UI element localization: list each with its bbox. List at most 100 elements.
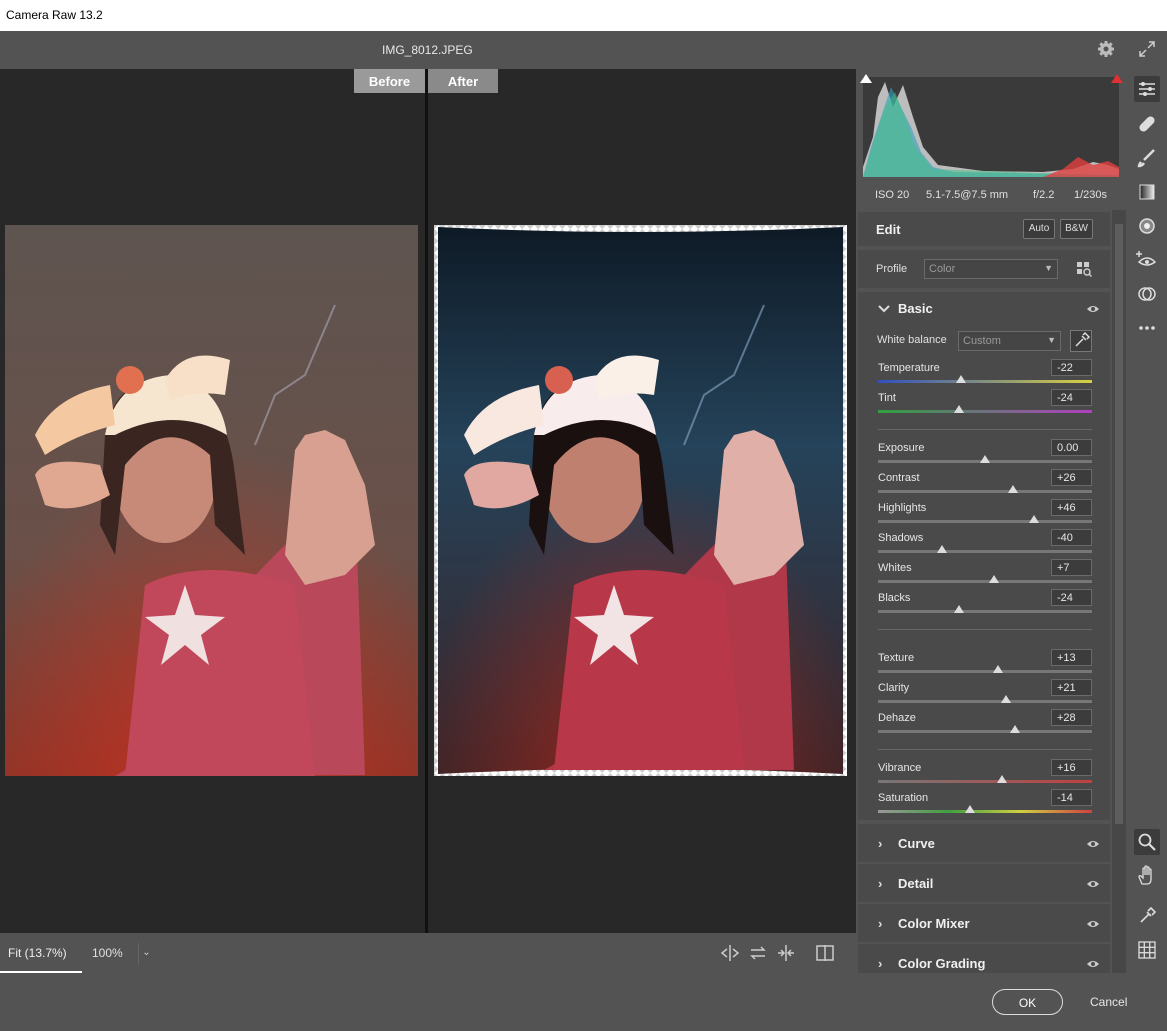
slider-thumb[interactable] [954,605,965,613]
linear-gradient-icon[interactable] [1134,179,1160,205]
white-balance-dropdown[interactable]: Custom ▼ [958,331,1061,351]
more-icon[interactable] [1134,315,1160,341]
swap-before-after-icon[interactable] [720,944,740,962]
slider-track[interactable] [878,550,1092,553]
slider-track[interactable] [878,490,1092,493]
slider-value-field[interactable]: +21 [1051,679,1092,696]
slider-value-field[interactable]: +26 [1051,469,1092,486]
radial-filter-icon[interactable] [1134,213,1160,239]
zoom-icon[interactable] [1134,829,1160,855]
before-tab[interactable]: Before [354,69,425,93]
swap-settings-icon[interactable] [748,944,768,962]
slider-track[interactable] [878,410,1092,413]
grid-icon[interactable] [1134,937,1160,963]
aperture-value: f/2.2 [1033,189,1055,201]
eye-icon[interactable] [1086,879,1100,889]
slider-thumb[interactable] [1029,515,1040,523]
tools-toolbar [1126,69,1167,973]
slider-value-field[interactable]: +28 [1051,709,1092,726]
healing-icon[interactable] [1134,111,1160,137]
eye-icon[interactable] [1086,839,1100,849]
panel-scrollbar[interactable] [1112,210,1126,973]
slider-value-field[interactable]: -22 [1051,359,1092,376]
slider-track[interactable] [878,580,1092,583]
shadow-clipping-icon[interactable] [859,72,873,84]
slider-track[interactable] [878,610,1092,613]
slider-thumb[interactable] [954,405,965,413]
slider-track[interactable] [878,730,1092,733]
preview-canvas[interactable]: Before After [0,69,856,933]
slider-thumb[interactable] [956,375,967,383]
section-detail[interactable]: › Detail [858,864,1110,902]
chevron-right-icon: › [878,836,883,851]
edit-header: Edit Auto B&W [858,212,1110,246]
after-tab[interactable]: After [428,69,498,93]
section-color-mixer[interactable]: › Color Mixer [858,904,1110,942]
slider-thumb[interactable] [988,575,999,583]
slider-value-field[interactable]: -24 [1051,389,1092,406]
slider-track[interactable] [878,700,1092,703]
slider-value-field[interactable]: 0.00 [1051,439,1092,456]
slider-track[interactable] [878,670,1092,673]
section-curve[interactable]: › Curve [858,824,1110,862]
slider-value-field[interactable]: -40 [1051,529,1092,546]
eye-icon[interactable] [1086,304,1100,314]
gear-icon[interactable] [1097,40,1115,58]
slider-track[interactable] [878,810,1092,813]
slider-thumb[interactable] [1001,695,1012,703]
slider-thumb[interactable] [965,805,976,813]
camera-info: ISO 20 5.1-7.5@7.5 mm f/2.2 1/230s [856,180,1112,210]
slider-value-field[interactable]: +7 [1051,559,1092,576]
slider-value-field[interactable]: +46 [1051,499,1092,516]
slider-thumb[interactable] [1007,485,1018,493]
highlight-clipping-icon[interactable] [1110,72,1124,84]
profile-dropdown[interactable]: Color ▼ [924,259,1058,279]
slider-track[interactable] [878,780,1092,783]
slider-label: Blacks [878,592,911,604]
section-color-grading[interactable]: › Color Grading [858,944,1110,973]
white-balance-value: Custom [963,335,1001,347]
auto-button[interactable]: Auto [1023,219,1055,239]
slider-thumb[interactable] [1009,725,1020,733]
slider-thumb[interactable] [937,545,948,553]
fullscreen-icon[interactable] [1138,40,1156,58]
zoom-100-button[interactable]: 100% [92,946,123,960]
bw-button[interactable]: B&W [1060,219,1093,239]
edit-sliders-icon[interactable] [1134,76,1160,102]
slider-thumb[interactable] [980,455,990,463]
slider-value-field[interactable]: +13 [1051,649,1092,666]
hand-icon[interactable] [1134,863,1160,889]
color-sampler-icon[interactable] [1134,903,1160,929]
view-bar: Fit (13.7%) 100% ⌄ [0,933,856,973]
top-bar: IMG_8012.JPEG [0,31,1167,69]
lens-value: 5.1-7.5@7.5 mm [926,189,1009,201]
zoom-dropdown[interactable]: ⌄ [138,943,154,965]
white-balance-eyedropper-icon[interactable] [1070,330,1092,352]
ok-button[interactable]: OK [992,989,1063,1015]
slider-label: Texture [878,652,915,664]
eye-icon[interactable] [1086,959,1100,969]
zoom-fit-button[interactable]: Fit (13.7%) [0,933,82,973]
slider-track[interactable] [878,380,1092,383]
copy-settings-icon[interactable] [776,944,796,962]
red-eye-icon[interactable] [1134,247,1160,273]
brush-icon[interactable] [1134,145,1160,171]
before-image [5,225,418,776]
slider-label: Dehaze [878,712,916,724]
eye-icon[interactable] [1086,919,1100,929]
toggle-view-icon[interactable] [815,944,835,962]
slider-value-field[interactable]: -24 [1051,589,1092,606]
profile-browser-icon[interactable] [1076,261,1092,277]
slider-thumb[interactable] [997,775,1008,783]
chevron-down-icon[interactable] [878,304,890,314]
scrollbar-thumb[interactable] [1115,224,1123,824]
chevron-right-icon: › [878,876,883,891]
slider-track[interactable] [878,520,1092,523]
presets-icon[interactable] [1134,281,1160,307]
histogram-graph [863,77,1119,177]
split-divider[interactable] [425,69,428,933]
slider-value-field[interactable]: -14 [1051,789,1092,806]
slider-value-field[interactable]: +16 [1051,759,1092,776]
cancel-button[interactable]: Cancel [1090,995,1127,1009]
slider-thumb[interactable] [992,665,1003,673]
